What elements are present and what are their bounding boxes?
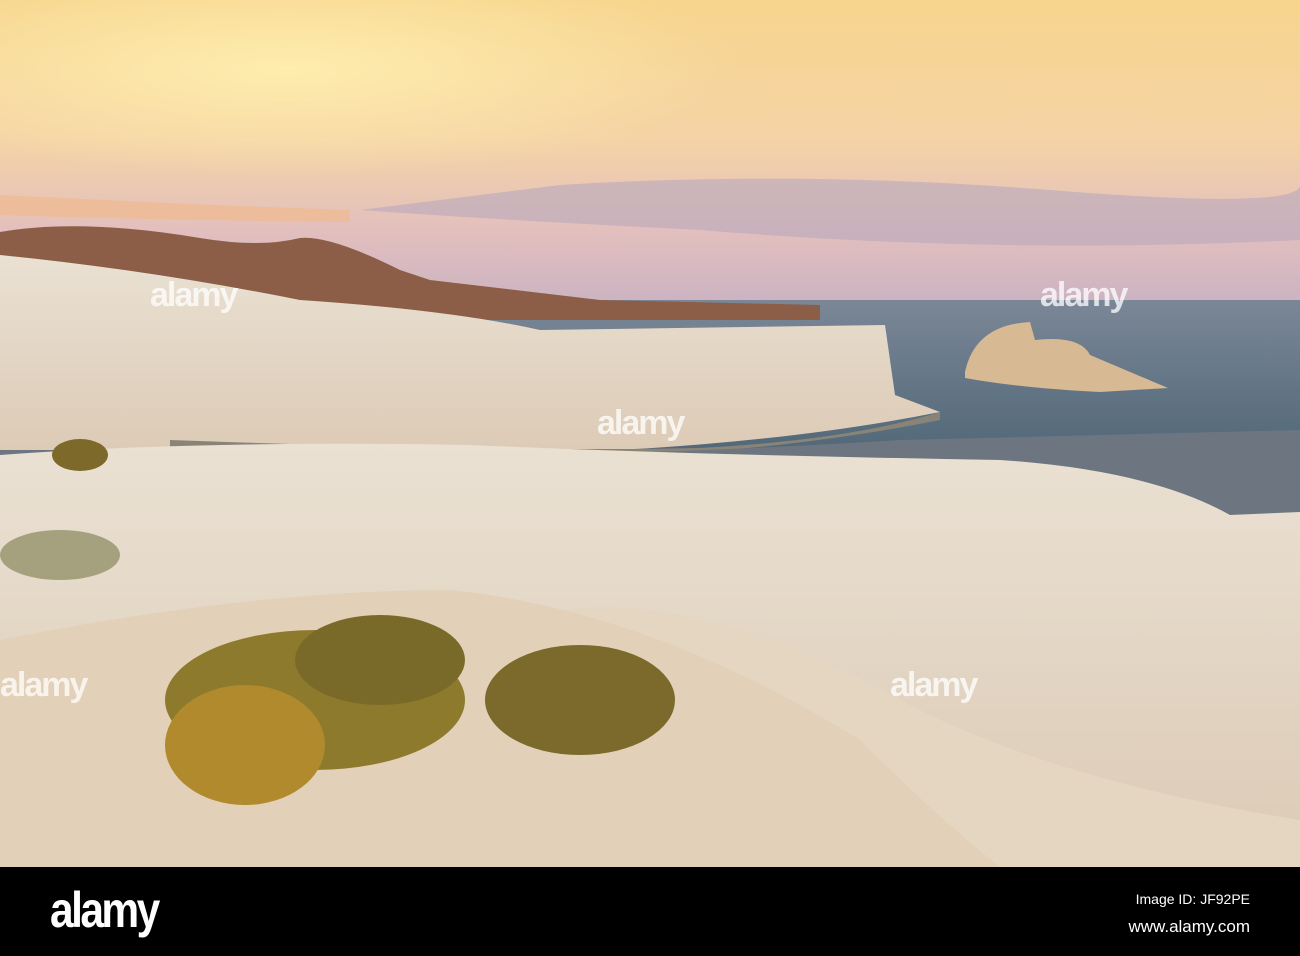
watermark: alamy — [890, 666, 978, 704]
stock-photo: alamy alamy alamy alamy alamy alamy Imag… — [0, 0, 1300, 956]
footer-bar: alamy Image ID: JF92PE www.alamy.com — [0, 867, 1300, 956]
website-link: www.alamy.com — [1128, 917, 1250, 936]
watermark: alamy — [1040, 276, 1128, 314]
watermark: alamy — [150, 276, 238, 314]
watermark: alamy — [0, 666, 88, 704]
image-id: Image ID: JF92PE — [1135, 891, 1250, 907]
watermark: alamy — [597, 404, 685, 442]
alamy-logo: alamy — [50, 882, 160, 938]
